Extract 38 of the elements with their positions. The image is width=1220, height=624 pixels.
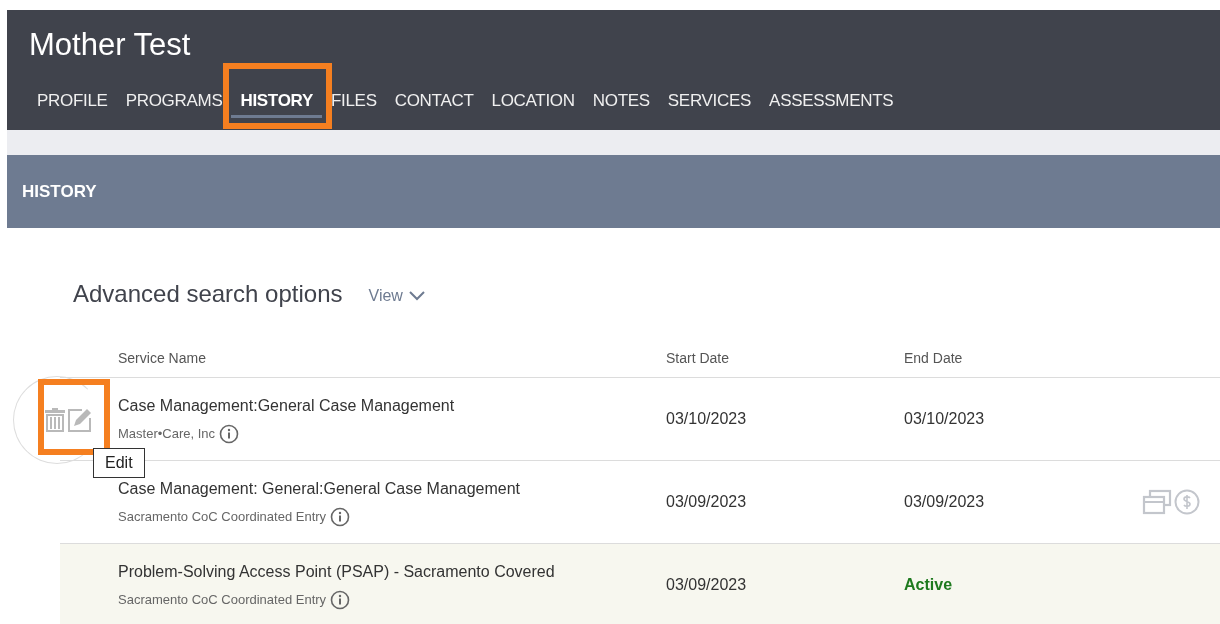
column-header: Service Name [118,349,207,368]
history-row[interactable]: Problem-Solving Access Point (PSAP) - Sacramento Covered Sacramento CoC Coordinated Entry 03/09/2023 Active [60,544,1220,624]
nav-tab[interactable]: SERVICES [658,86,761,118]
nav-tab[interactable]: FILES [321,86,386,118]
nav-tab[interactable]: HISTORY [231,86,322,118]
start-date: 03/10/2023 [666,409,748,429]
info-icon[interactable] [330,507,351,527]
provider-name: Sacramento CoC Coordinated Entry [118,591,327,610]
provider-name: Master•Care, Inc [118,425,216,444]
nav-tab[interactable]: CONTACT [385,86,483,118]
search-options-title: Advanced search options [73,279,343,309]
start-date: 03/09/2023 [666,492,748,512]
nav-tab[interactable]: LOCATION [482,86,584,118]
info-icon[interactable] [219,424,240,444]
status-text: Active [904,575,954,595]
chevron-down-icon [408,291,425,301]
nav-tab[interactable]: PROGRAMS [116,86,232,118]
service-name: Case Management:General Case Management [118,396,456,416]
copy-icon[interactable] [1142,489,1172,515]
nav-tab[interactable]: PROFILE [28,86,117,118]
service-name: Problem-Solving Access Point (PSAP) - Sacramento Covered [118,562,556,582]
end-date: 03/10/2023 [904,409,986,429]
nav-tab[interactable]: ASSESSMENTS [760,86,903,118]
column-header: End Date [904,349,964,368]
end-date: 03/09/2023 [904,492,986,512]
info-icon[interactable] [330,590,351,610]
column-header: Start Date [666,349,731,368]
start-date: 03/09/2023 [666,575,748,595]
view-dropdown[interactable]: View [368,284,425,308]
provider-name: Sacramento CoC Coordinated Entry [118,508,327,527]
page-title: Mother Test [29,26,191,64]
tooltip: Edit [93,448,145,478]
dollar-icon[interactable] [1174,489,1200,515]
section-title: HISTORY [22,180,97,203]
service-name: Case Management: General:General Case Management [118,479,521,499]
nav-tab[interactable]: NOTES [583,86,659,118]
edit-icon[interactable] [68,408,92,432]
trash-icon[interactable] [44,408,66,432]
